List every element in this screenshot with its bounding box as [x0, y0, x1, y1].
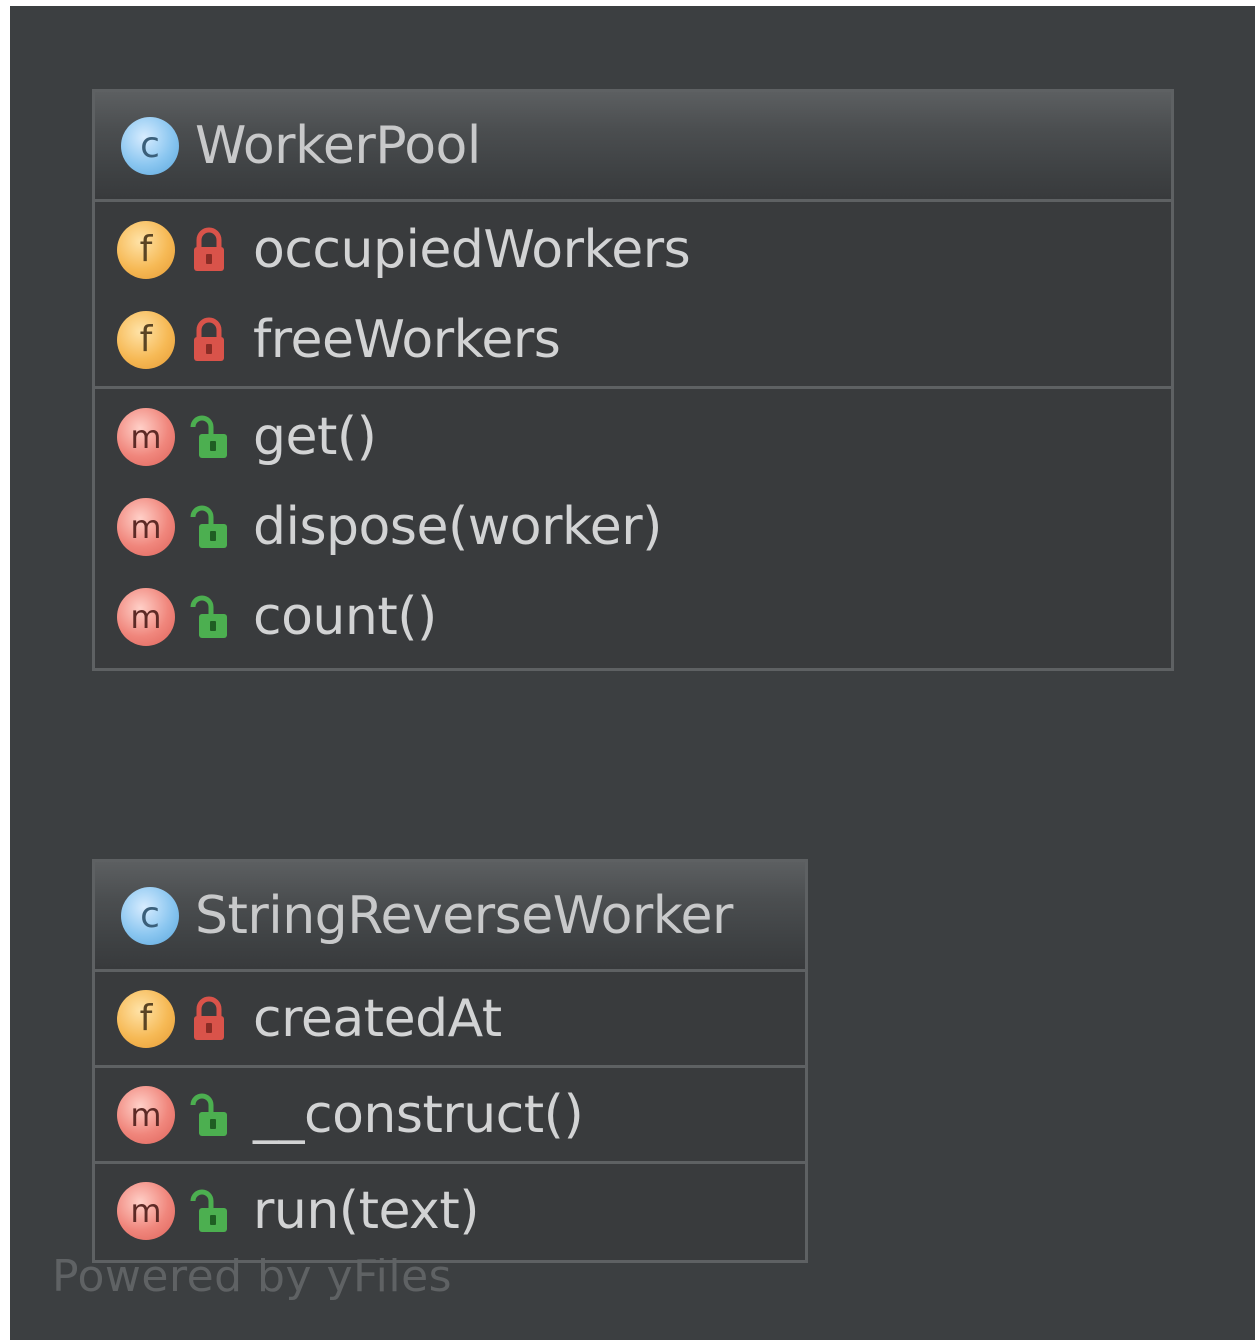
- field-row[interactable]: f createdAt: [95, 972, 805, 1065]
- method-row[interactable]: m dispose(worker): [95, 482, 1171, 572]
- method-name: run(text): [253, 1180, 480, 1241]
- method-icon: m: [117, 1181, 175, 1240]
- field-icon: f: [117, 311, 175, 369]
- field-badge-letter: f: [139, 319, 153, 360]
- class-name: StringReverseWorker: [195, 885, 733, 946]
- watermark-text: Powered by yFiles: [52, 1251, 453, 1302]
- method-row[interactable]: m __construct(): [95, 1068, 805, 1161]
- class-header: c StringReverseWorker: [95, 862, 805, 972]
- class-icon: c: [121, 116, 179, 175]
- fields-section: f occupiedWorkers f freeWorkers: [95, 202, 1171, 389]
- field-row[interactable]: f occupiedWorkers: [95, 205, 1171, 295]
- method-icon: m: [117, 408, 175, 466]
- diagram-canvas: c WorkerPool f occupiedWorkers f freeWor…: [10, 6, 1255, 1340]
- method-icon: m: [117, 588, 175, 646]
- method-badge-letter: m: [130, 1191, 162, 1230]
- method-badge-letter: m: [130, 418, 162, 456]
- class-badge-letter: c: [140, 124, 160, 166]
- class-box-stringreverseworker[interactable]: c StringReverseWorker f createdAt m __co…: [92, 859, 808, 1263]
- lock-closed-icon: [187, 995, 231, 1043]
- class-badge-letter: c: [140, 894, 160, 936]
- lock-open-icon: [187, 1187, 231, 1235]
- field-name: createdAt: [253, 988, 502, 1049]
- class-name: WorkerPool: [195, 115, 481, 176]
- field-badge-letter: f: [139, 997, 153, 1039]
- method-name: get(): [253, 407, 377, 467]
- field-row[interactable]: f freeWorkers: [95, 295, 1171, 385]
- field-name: freeWorkers: [253, 310, 561, 370]
- lock-closed-icon: [187, 226, 231, 274]
- class-box-workerpool[interactable]: c WorkerPool f occupiedWorkers f freeWor…: [92, 89, 1174, 671]
- lock-open-icon: [187, 1091, 231, 1139]
- method-badge-letter: m: [130, 1095, 162, 1134]
- method-row[interactable]: m get(): [95, 392, 1171, 482]
- field-icon: f: [117, 221, 175, 279]
- fields-section: f createdAt: [95, 972, 805, 1068]
- methods-section: m __construct(): [95, 1068, 805, 1164]
- method-icon: m: [117, 498, 175, 556]
- method-row[interactable]: m run(text): [95, 1164, 805, 1257]
- class-icon: c: [121, 886, 179, 945]
- method-name: count(): [253, 587, 437, 647]
- method-name: dispose(worker): [253, 497, 662, 557]
- method-row[interactable]: m count(): [95, 572, 1171, 662]
- method-icon: m: [117, 1085, 175, 1144]
- class-header: c WorkerPool: [95, 92, 1171, 202]
- lock-open-icon: [187, 593, 231, 641]
- field-icon: f: [117, 989, 175, 1048]
- method-name: __construct(): [253, 1084, 584, 1145]
- method-badge-letter: m: [130, 508, 162, 546]
- lock-closed-icon: [187, 316, 231, 364]
- lock-open-icon: [187, 503, 231, 551]
- lock-open-icon: [187, 413, 231, 461]
- field-badge-letter: f: [139, 229, 153, 270]
- method-badge-letter: m: [130, 598, 162, 636]
- field-name: occupiedWorkers: [253, 220, 691, 280]
- methods-section: m get() m dispose(worker) m count(): [95, 389, 1171, 665]
- methods-section: m run(text): [95, 1164, 805, 1257]
